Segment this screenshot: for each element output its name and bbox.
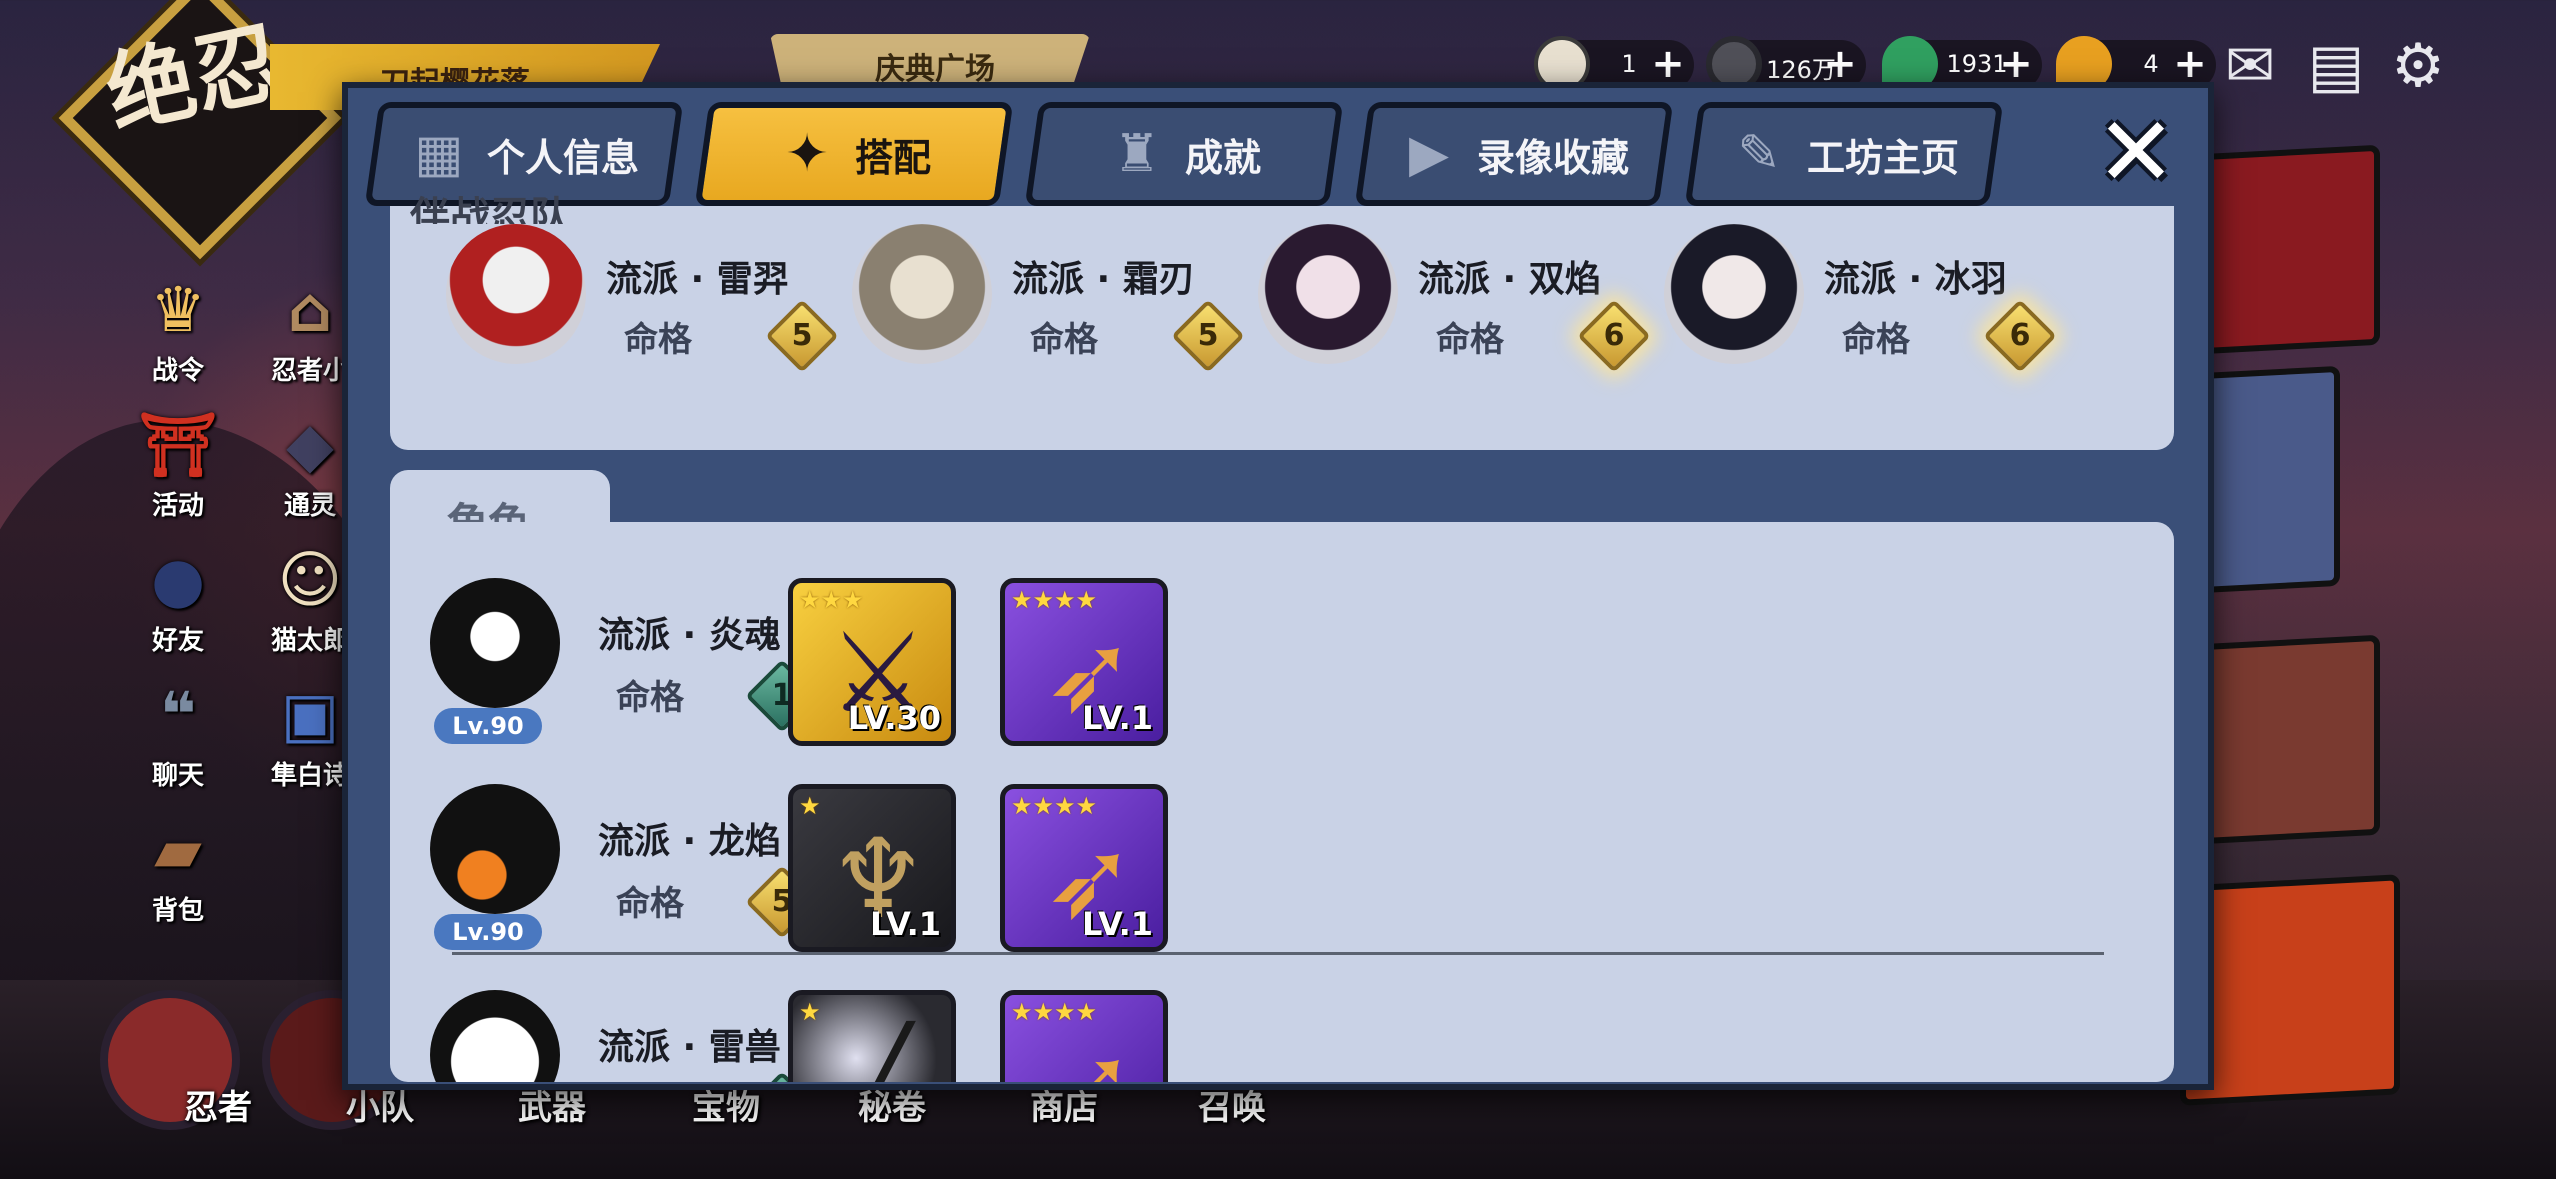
profile-modal: ▦ 个人信息 ✦ 搭配 ♜ 成就 ▶ 录像收藏 ✎ 工坊主页 ✕ 流派 · 雷羿 命格 5… [342,82,2214,1090]
battle-pass-icon: ♛ [150,273,206,346]
torii-icon: ⛩ [138,408,218,481]
menu-battle-pass[interactable]: ♛ 战令 [118,270,238,387]
menu-battle-pass-label: 战令 [151,356,204,386]
tab-workshop-home[interactable]: ✎ 工坊主页 [1684,102,2004,206]
mingge-value: 5 [791,318,813,353]
mingge-label: 命格 [1436,320,1504,360]
mingge-badge: 5 [1171,299,1245,373]
treasure-level: LV.1 [1081,905,1153,943]
tab-replay-collection-label: 录像收藏 [1476,135,1629,180]
role-row[interactable]: Lv.90 流派 · 炎魂 命格 1 ★★★ ⚔ LV.30 ★★★★ ➶ LV… [430,578,2030,768]
mingge-badge: 5 [765,299,839,373]
tab-loadout[interactable]: ✦ 搭配 [694,102,1014,206]
chat-icon: ❝ [159,678,197,751]
profile-card-icon: ▦ [414,124,464,184]
mingge-value: 5 [1197,318,1219,353]
menu-cat-label: 猫太郎 [270,626,349,656]
team-section-title: 伴战忍队 [410,194,570,224]
menu-ninja-house-label: 忍者小 [270,356,349,386]
role-row[interactable]: 流派 · 雷兽 命格 ★ ╱ ★★★★ ➶ [430,990,2030,1082]
ninja-avatar [430,990,560,1082]
menu-summon-beast-label: 通灵 [283,491,336,521]
mingge-value: 6 [1603,318,1625,353]
weapon-slot[interactable]: ★ ╱ [788,990,956,1082]
mail-icon[interactable]: ✉ [2210,28,2290,104]
menu-chat-label: 聊天 [151,761,204,791]
role-name: 流派 · 龙焰 [598,821,781,862]
mingge-value: 6 [2009,318,2031,353]
team-member-name: 流派 · 雷羿 [606,259,789,300]
ninja-avatar [852,224,992,364]
friend-icon: ● [150,543,206,616]
treasure-level: LV.1 [1081,699,1153,737]
mingge-label: 命格 [1842,320,1910,360]
tab-personal-info-label: 个人信息 [486,135,639,180]
shuriken-icon: ✦ [785,124,829,184]
weapon-slot[interactable]: ★★★ ⚔ LV.30 [788,578,956,746]
menu-book-label: 隼白诗 [270,761,349,791]
team-member-name: 流派 · 冰羽 [1824,259,2007,300]
team-member[interactable]: 流派 · 冰羽 命格 6 [1664,224,2064,384]
ninja-avatar [1258,224,1398,364]
role-row[interactable]: Lv.90 流派 · 龙焰 命格 5 ★ ♆ LV.1 ★★★★ ➶ LV.1 [430,784,2030,974]
bottom-menu-ninja[interactable]: 忍者 [184,1080,252,1129]
notice-board-icon[interactable]: ▤ [2296,28,2376,104]
level-badge: Lv.90 [434,708,542,744]
role-name: 流派 · 炎魂 [598,615,781,656]
role-name: 流派 · 雷兽 [598,1027,781,1068]
role-panel: Lv.90 流派 · 炎魂 命格 1 ★★★ ⚔ LV.30 ★★★★ ➶ LV… [390,522,2174,1082]
ninja-avatar [1664,224,1804,364]
team-member-name: 流派 · 双焰 [1418,259,1601,300]
menu-chat[interactable]: ❝ 聊天 [118,675,238,792]
tab-loadout-label: 搭配 [854,135,931,180]
ninja-avatar [430,578,560,708]
tab-workshop-home-label: 工坊主页 [1806,135,1959,180]
trophy-icon: ♜ [1113,124,1161,184]
treasure-slot[interactable]: ★★★★ ➶ [1000,990,1168,1082]
menu-friend-label: 好友 [151,626,204,656]
team-member-name: 流派 · 霜刃 [1012,259,1195,300]
treasure-slot[interactable]: ★★★★ ➶ LV.1 [1000,578,1168,746]
gear-icon[interactable]: ⚙ [2378,28,2458,104]
tab-achievement[interactable]: ♜ 成就 [1024,102,1344,206]
team-member[interactable]: 流派 · 霜刃 命格 5 [852,224,1252,384]
menu-friend[interactable]: ● 好友 [118,540,238,657]
katana-icon: ╱ [823,1015,933,1082]
tab-replay-collection[interactable]: ▶ 录像收藏 [1354,102,1674,206]
team-panel: 流派 · 雷羿 命格 5 流派 · 霜刃 命格 5 流派 · 双焰 命格 6 流… [390,206,2174,450]
team-member[interactable]: 流派 · 双焰 命格 6 [1258,224,1658,384]
mingge-label: 命格 [616,678,684,718]
menu-activity[interactable]: ⛩ 活动 [118,405,238,522]
mingge-label: 命格 [624,320,692,360]
weapon-level: LV.1 [869,905,941,943]
weapon-slot[interactable]: ★ ♆ LV.1 [788,784,956,952]
level-badge: Lv.90 [434,914,542,950]
row-divider [452,952,2104,955]
feather-blade-icon: ➶ [1035,1015,1145,1082]
menu-activity-label: 活动 [151,491,204,521]
weapon-level: LV.30 [847,699,941,737]
play-icon: ▶ [1408,124,1449,184]
mingge-label: 命格 [1030,320,1098,360]
mingge-badge: 6 [1577,299,1651,373]
ninja-avatar [446,224,586,364]
mingge-label: 命格 [616,884,684,924]
bag-icon: ▰ [154,813,202,886]
mingge-badge: 6 [1983,299,2057,373]
treasure-slot[interactable]: ★★★★ ➶ LV.1 [1000,784,1168,952]
tab-achievement-label: 成就 [1184,135,1261,180]
ninja-avatar [430,784,560,914]
pencil-icon: ✎ [1737,124,1781,184]
menu-bag-label: 背包 [151,896,204,926]
menu-bag[interactable]: ▰ 背包 [118,810,238,927]
team-member[interactable]: 流派 · 雷羿 命格 5 [446,224,846,384]
close-button[interactable]: ✕ [2088,104,2184,200]
